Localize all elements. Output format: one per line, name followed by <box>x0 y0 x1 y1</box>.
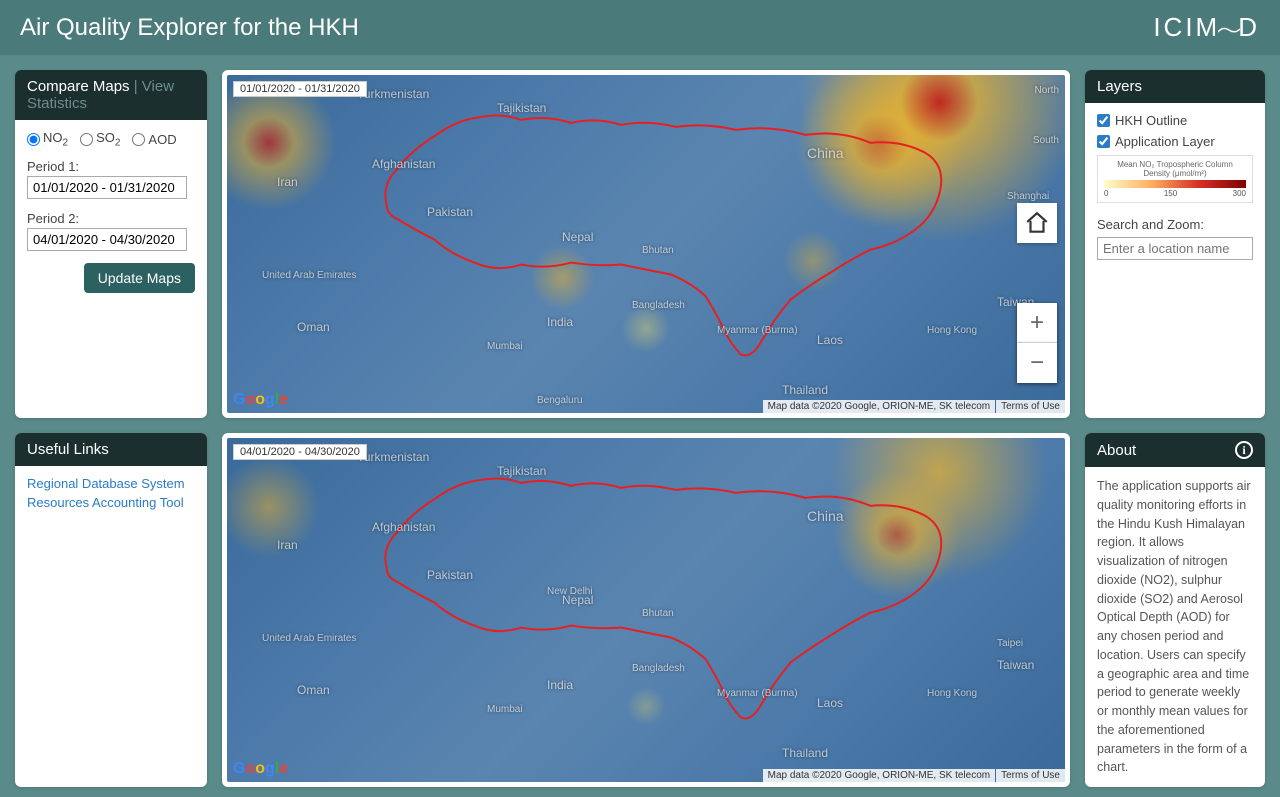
terms-link-2[interactable]: Terms of Use <box>996 769 1065 782</box>
color-legend: Mean NO₂ Tropospheric Column Density (μm… <box>1097 155 1253 203</box>
zoom-in-button[interactable]: + <box>1017 303 1057 343</box>
compare-maps-header: Compare Maps | View Statistics <box>15 70 207 120</box>
google-logo-2: Google <box>233 760 288 778</box>
radio-aod[interactable]: AOD <box>132 130 176 149</box>
zoom-out-button[interactable]: − <box>1017 343 1057 383</box>
map-1-attribution: Map data ©2020 Google, ORION-ME, SK tele… <box>762 400 1065 413</box>
update-maps-button[interactable]: Update Maps <box>84 263 195 293</box>
app-layer-checkbox[interactable]: Application Layer <box>1097 134 1253 149</box>
page-title: Air Quality Explorer for the HKH <box>20 14 359 42</box>
map-1-canvas[interactable]: 01/01/2020 - 01/31/2020 Turkmenistan Taj… <box>227 75 1065 413</box>
about-panel: About i The application supports air qua… <box>1085 433 1265 787</box>
about-text: The application supports air quality mon… <box>1085 467 1265 787</box>
app-header: Air Quality Explorer for the HKH ICIMD <box>0 0 1280 55</box>
search-label: Search and Zoom: <box>1097 217 1253 232</box>
period2-input[interactable] <box>27 228 187 251</box>
layers-header: Layers <box>1085 70 1265 103</box>
map-2-panel: 04/01/2020 - 04/30/2020 Turkmenistan Taj… <box>222 433 1070 787</box>
google-logo: Google <box>233 391 288 409</box>
period1-input[interactable] <box>27 176 187 199</box>
hkh-outline-checkbox[interactable]: HKH Outline <box>1097 113 1253 128</box>
search-input[interactable] <box>1097 237 1253 260</box>
radio-no2[interactable]: NO2 <box>27 130 68 149</box>
legend-gradient <box>1104 180 1246 188</box>
icimod-logo: ICIMD <box>1153 12 1260 43</box>
link-resources-accounting[interactable]: Resources Accounting Tool <box>27 495 195 510</box>
compare-title: Compare Maps <box>27 78 130 95</box>
hkh-outline-1 <box>227 75 1065 412</box>
map-1-date-badge: 01/01/2020 - 01/31/2020 <box>233 81 367 97</box>
layers-panel: Layers HKH Outline Application Layer Mea… <box>1085 70 1265 418</box>
home-icon <box>1024 210 1050 236</box>
map-2-canvas[interactable]: 04/01/2020 - 04/30/2020 Turkmenistan Taj… <box>227 438 1065 782</box>
map-1-panel: 01/01/2020 - 01/31/2020 Turkmenistan Taj… <box>222 70 1070 418</box>
map-2-date-badge: 04/01/2020 - 04/30/2020 <box>233 444 367 460</box>
about-header: About i <box>1085 433 1265 467</box>
radio-so2[interactable]: SO2 <box>80 130 120 149</box>
useful-links-panel: Useful Links Regional Database System Re… <box>15 433 207 787</box>
info-icon[interactable]: i <box>1235 441 1253 459</box>
period2-label: Period 2: <box>27 211 195 226</box>
compare-maps-panel: Compare Maps | View Statistics NO2 SO2 A… <box>15 70 207 418</box>
link-regional-database[interactable]: Regional Database System <box>27 476 195 491</box>
map-2-attribution: Map data ©2020 Google, ORION-ME, SK tele… <box>762 769 1065 782</box>
home-button[interactable] <box>1017 203 1057 243</box>
terms-link-1[interactable]: Terms of Use <box>996 400 1065 413</box>
useful-links-header: Useful Links <box>15 433 207 466</box>
pollutant-radios: NO2 SO2 AOD <box>27 130 195 149</box>
period1-label: Period 1: <box>27 159 195 174</box>
hkh-outline-2 <box>227 438 1065 775</box>
